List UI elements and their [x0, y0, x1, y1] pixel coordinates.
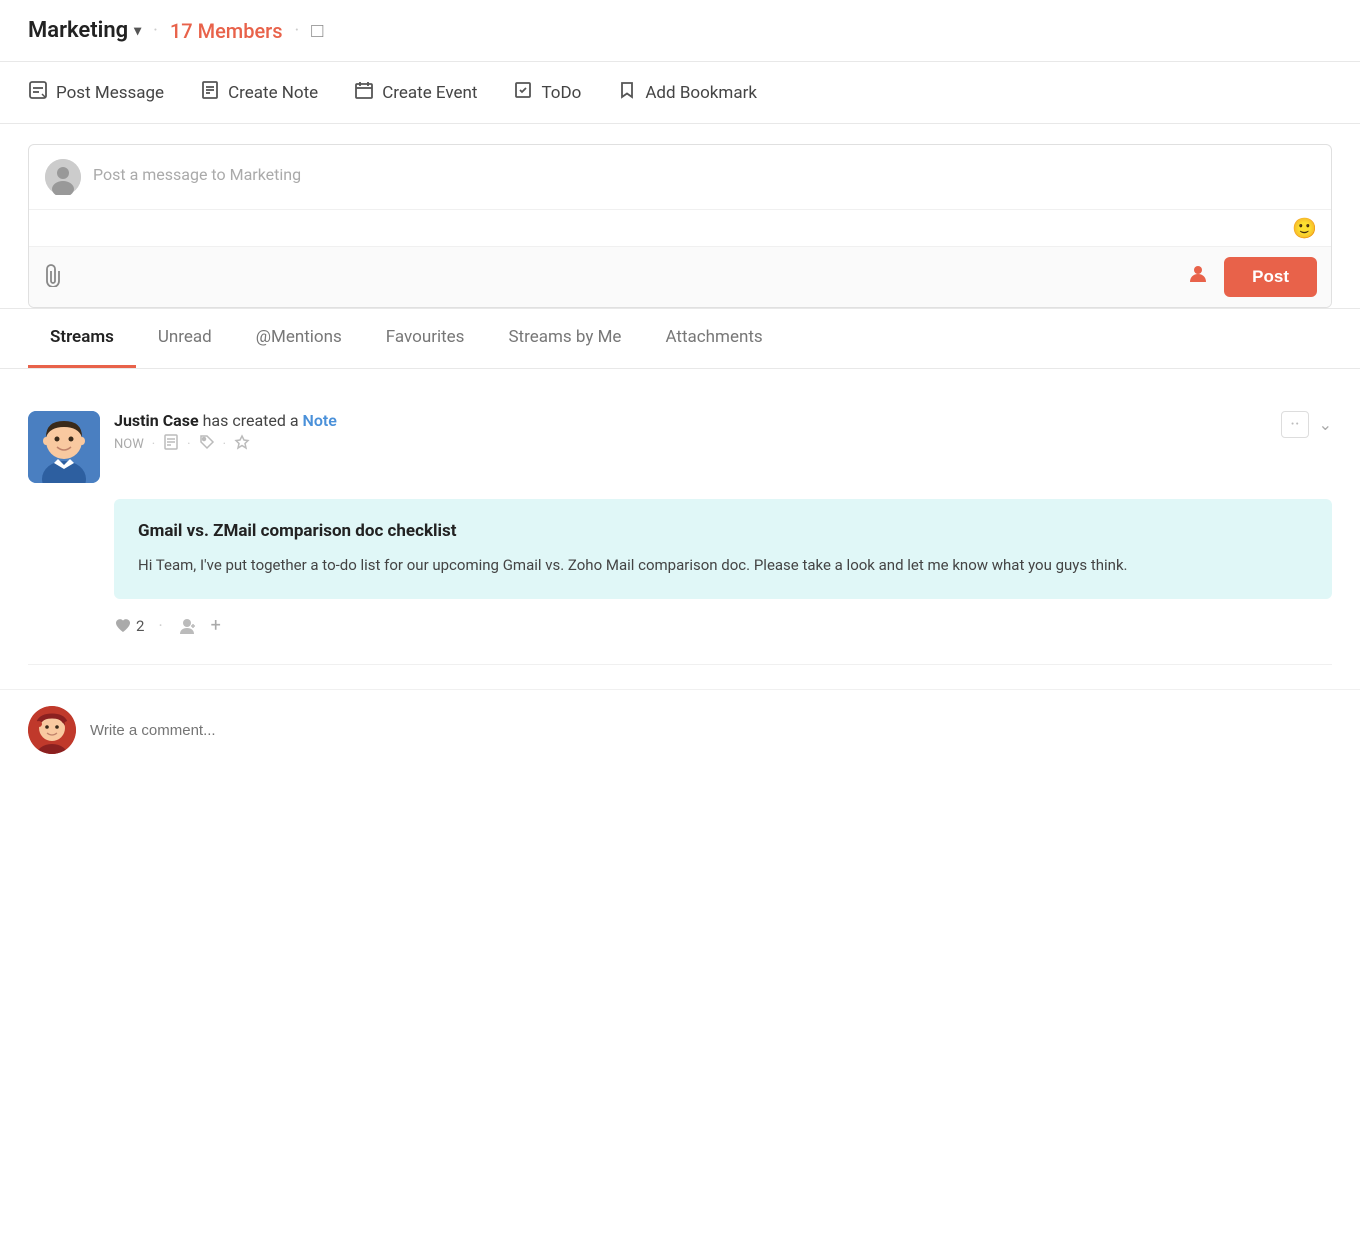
more-options-icon[interactable]: ··: [1281, 411, 1308, 438]
tab-streams-by-me[interactable]: Streams by Me: [486, 309, 643, 368]
note-card-title: Gmail vs. ZMail comparison doc checklist: [138, 521, 1308, 541]
todo-label: ToDo: [541, 83, 581, 103]
comment-area: [0, 689, 1360, 770]
add-reaction-button[interactable]: +: [211, 615, 221, 636]
person-reaction-icon[interactable]: [177, 616, 197, 636]
create-note-label: Create Note: [228, 83, 318, 103]
reactions-bar: 2 · +: [114, 615, 1332, 636]
tab-favourites[interactable]: Favourites: [364, 309, 487, 368]
post-message-label: Post Message: [56, 83, 164, 103]
separator-dot: ·: [153, 20, 158, 41]
channel-title[interactable]: Marketing ▾: [28, 18, 141, 43]
mention-person-icon[interactable]: [1186, 262, 1210, 292]
compose-footer: Post: [29, 246, 1331, 307]
compose-area: Post a message to Marketing 🙂 Post: [0, 124, 1360, 309]
add-bookmark-button[interactable]: Add Bookmark: [617, 80, 757, 105]
emoji-area: 🙂: [29, 209, 1331, 246]
note-card[interactable]: Gmail vs. ZMail comparison doc checklist…: [114, 499, 1332, 599]
note-card-body: Hi Team, I've put together a to-do list …: [138, 553, 1308, 577]
chevron-down-icon[interactable]: ▾: [134, 23, 141, 39]
add-bookmark-label: Add Bookmark: [645, 83, 757, 103]
dot-sep1: ·: [187, 437, 190, 452]
comment-input[interactable]: [90, 722, 1332, 739]
post-button[interactable]: Post: [1224, 257, 1317, 297]
tab-unread[interactable]: Unread: [136, 309, 234, 368]
post-header-left: Justin Case has created a Note NOW ·: [28, 411, 337, 483]
compose-placeholder[interactable]: Post a message to Marketing: [93, 159, 1315, 184]
heart-count: 2: [136, 617, 144, 635]
post-author-avatar: [28, 411, 100, 483]
separator-dot2: ·: [295, 20, 300, 41]
create-event-button[interactable]: Create Event: [354, 80, 477, 105]
channel-name: Marketing: [28, 18, 128, 43]
post-message-icon: [28, 80, 48, 105]
post-header: Justin Case has created a Note NOW ·: [28, 411, 1332, 483]
time-dot: ·: [152, 437, 155, 452]
todo-icon: [513, 80, 533, 105]
compose-user-avatar: [45, 159, 81, 195]
todo-button[interactable]: ToDo: [513, 80, 581, 105]
separator-dot3: ·: [158, 616, 162, 635]
tab-attachments[interactable]: Attachments: [643, 309, 784, 368]
note-icon[interactable]: [163, 434, 179, 454]
chat-icon[interactable]: □: [311, 18, 323, 43]
heart-reaction[interactable]: 2: [114, 617, 144, 635]
create-event-icon: [354, 80, 374, 105]
post-author-line: Justin Case has created a Note: [114, 411, 337, 430]
post-header-right: ·· ⌄: [1281, 411, 1332, 438]
dot-sep2: ·: [223, 437, 226, 452]
compose-box: Post a message to Marketing 🙂 Post: [28, 144, 1332, 308]
post-action-text: has created a: [203, 411, 303, 430]
create-note-icon: [200, 80, 220, 105]
comment-user-avatar: [28, 706, 76, 754]
compose-right-actions: Post: [1186, 257, 1317, 297]
tab-mentions[interactable]: @Mentions: [234, 309, 364, 368]
page-header: Marketing ▾ · 17 Members · □: [0, 0, 1360, 62]
action-toolbar: Post Message Create Note Create E: [0, 62, 1360, 124]
post-message-button[interactable]: Post Message: [28, 80, 164, 105]
emoji-icon[interactable]: 🙂: [1292, 216, 1317, 240]
collapse-icon[interactable]: ⌄: [1319, 415, 1332, 434]
attach-icon[interactable]: [43, 263, 63, 292]
post-time-line: NOW · ·: [114, 434, 337, 454]
create-note-button[interactable]: Create Note: [200, 80, 318, 105]
stream-content: Justin Case has created a Note NOW ·: [0, 369, 1360, 689]
post-note-link[interactable]: Note: [303, 411, 337, 430]
post-author-name: Justin Case: [114, 411, 199, 430]
members-count[interactable]: 17 Members: [170, 19, 283, 43]
post-meta: Justin Case has created a Note NOW ·: [114, 411, 337, 454]
tab-streams[interactable]: Streams: [28, 309, 136, 368]
post-timestamp: NOW: [114, 437, 144, 452]
create-event-label: Create Event: [382, 83, 477, 103]
stream-tabs: Streams Unread @Mentions Favourites Stre…: [0, 309, 1360, 369]
post-card: Justin Case has created a Note NOW ·: [28, 393, 1332, 665]
star-icon[interactable]: [234, 434, 250, 454]
tag-icon[interactable]: [199, 434, 215, 454]
add-bookmark-icon: [617, 80, 637, 105]
